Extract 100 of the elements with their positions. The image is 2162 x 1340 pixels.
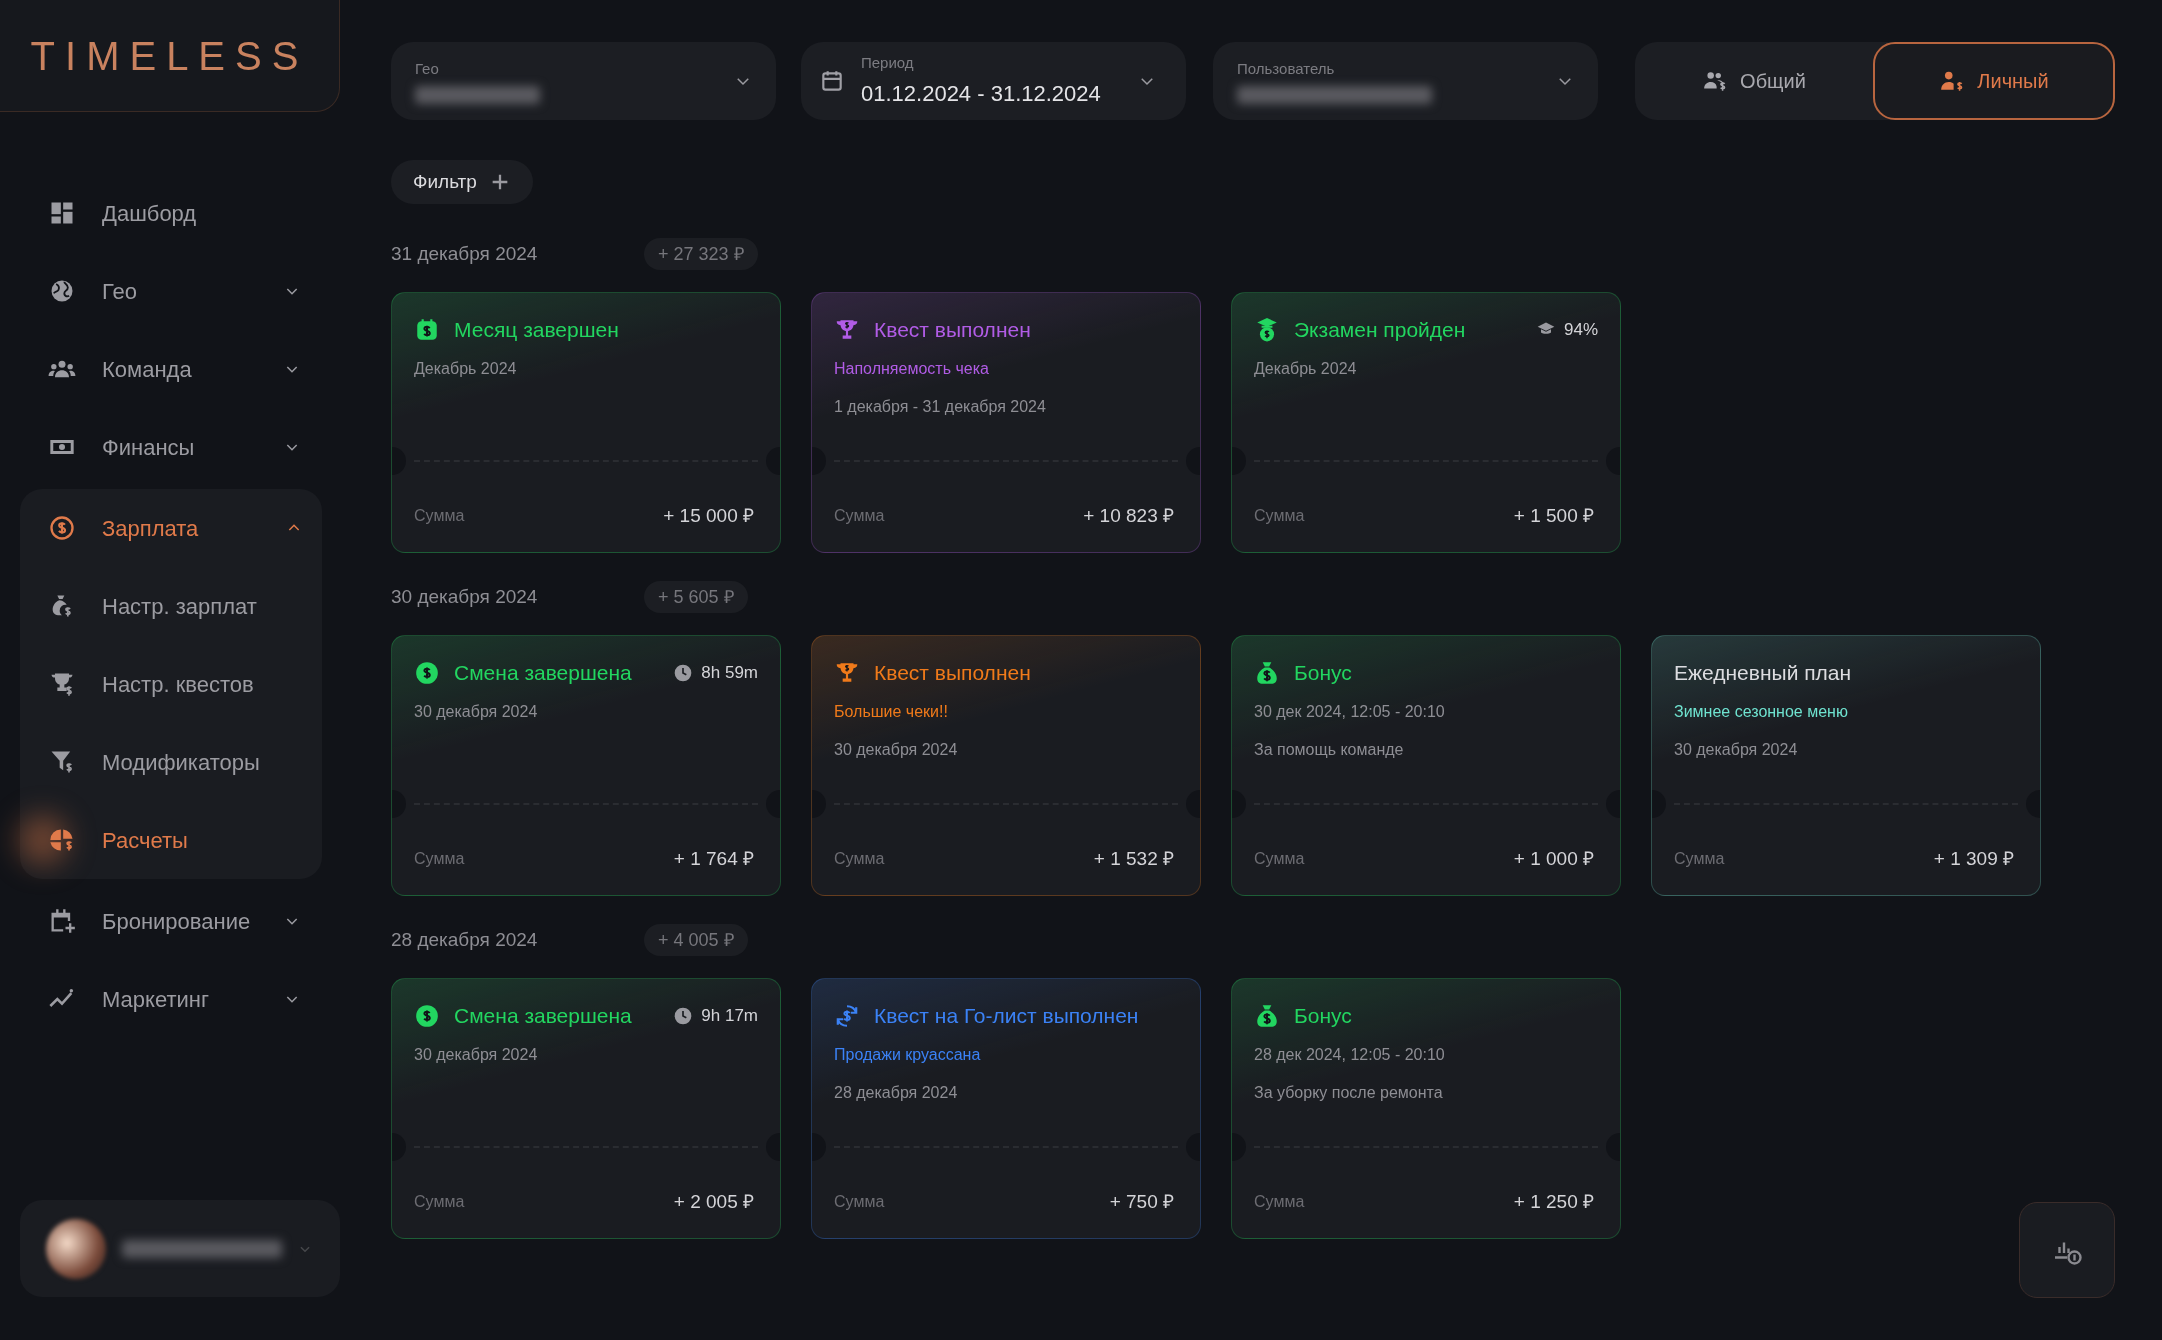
card-badge-text: 9h 17m (701, 1005, 758, 1028)
field-label: Гео (415, 58, 440, 79)
reward-card[interactable]: Бонус 30 дек 2024, 12:05 - 20:10 За помощь команде Сумма + 1 000 ₽ (1231, 635, 1621, 896)
card-subtitle: Зимнее сезонное меню (1674, 702, 1849, 722)
reward-card[interactable]: Квест выполнен Наполняемость чека 1 декабря - 31 декабря 2024 Сумма + 10 823 ₽ (811, 292, 1201, 553)
reward-card[interactable]: Квест выполнен Большие чеки!! 30 декабря 2024 Сумма + 1 532 ₽ (811, 635, 1201, 896)
nav-item[interactable]: Дашборд (20, 174, 320, 252)
card-title: Бонус (1294, 1003, 1352, 1030)
card-title: Месяц завершен (454, 317, 619, 344)
card-detail: Декабрь 2024 (1254, 359, 1358, 379)
nav-item[interactable]: Модификаторы (20, 723, 322, 801)
nav-item[interactable]: Бронирование (20, 882, 320, 960)
card-detail: 30 дек 2024, 12:05 - 20:10 (1254, 702, 1446, 722)
card-amount: + 1 532 ₽ (1093, 846, 1174, 871)
card-detail: 1 декабря - 31 декабря 2024 (834, 397, 1047, 417)
card-title: Смена завершена (454, 660, 632, 687)
geo-dropdown[interactable]: Гео (391, 42, 776, 120)
nav-item[interactable]: Расчеты (20, 801, 322, 879)
card-amount: + 1 250 ₽ (1513, 1189, 1594, 1214)
sum-label: Сумма (834, 505, 885, 526)
card-amount: + 1 309 ₽ (1933, 846, 2014, 871)
day-date: 30 декабря 2024 (391, 584, 539, 609)
filter-button[interactable]: Фильтр (391, 160, 533, 204)
card-detail: 28 дек 2024, 12:05 - 20:10 (1254, 1045, 1446, 1065)
sum-label: Сумма (414, 848, 465, 869)
avatar (46, 1218, 106, 1279)
sum-label: Сумма (414, 1191, 465, 1212)
card-amount: + 1 000 ₽ (1513, 846, 1594, 871)
sum-label: Сумма (834, 848, 885, 869)
nav-item[interactable]: Команда (20, 330, 320, 408)
reward-card[interactable]: Ежедневный план Зимнее сезонное меню 30 декабря 2024 Сумма + 1 309 ₽ (1651, 635, 2041, 896)
sum-label: Сумма (1254, 848, 1305, 869)
card-detail: 30 декабря 2024 (834, 740, 959, 760)
mode-tab[interactable]: Общий (1635, 42, 1873, 120)
moneybag-icon (1254, 1003, 1280, 1029)
field-label: Период (861, 53, 915, 74)
card-title: Квест выполнен (874, 660, 1031, 687)
card-title: Квест выполнен (874, 317, 1031, 344)
sum-label: Сумма (834, 1191, 885, 1212)
card-subtitle: Наполняемость чека (834, 359, 990, 379)
card-amount: + 750 ₽ (1109, 1189, 1174, 1214)
reward-card[interactable]: Экзамен пройден 94% Декабрь 2024 Сумма + 1 500 ₽ (1231, 292, 1621, 553)
card-amount: + 1 764 ₽ (673, 846, 754, 871)
sum-label: Сумма (1254, 505, 1305, 526)
card-detail: 28 декабря 2024 (834, 1083, 959, 1103)
nav-group-item[interactable]: Зарплата (20, 489, 322, 567)
user-card[interactable] (20, 1200, 340, 1297)
card-title: Экзамен пройден (1294, 317, 1466, 344)
card-detail: 30 декабря 2024 (1674, 740, 1799, 760)
nav-item[interactable]: Настр. зарплат (20, 567, 322, 645)
card-detail: 30 декабря 2024 (414, 702, 539, 722)
reward-card[interactable]: Смена завершена 8h 59m 30 декабря 2024 Сумма + 1 764 ₽ (391, 635, 781, 896)
card-amount: + 1 500 ₽ (1513, 503, 1594, 528)
moneybag-icon (1254, 660, 1280, 686)
nav-item[interactable]: Маркетинг (20, 960, 320, 1038)
period-picker[interactable]: Период 01.12.2024 - 31.12.2024 (801, 42, 1186, 120)
card-detail: За уборку после ремонта (1254, 1083, 1444, 1103)
coin-icon (414, 660, 440, 686)
coin-icon (414, 1003, 440, 1029)
field-label: Пользователь (1237, 58, 1336, 79)
clock-icon (673, 1006, 694, 1026)
card-badge-text: 94% (1563, 319, 1598, 342)
nav-item[interactable]: Финансы (20, 408, 320, 486)
card-badge-text: 8h 59m (701, 662, 758, 685)
mode-tab[interactable]: Личный (1873, 42, 2115, 120)
card-subtitle: Продажи круассана (834, 1045, 982, 1065)
reward-card[interactable]: Смена завершена 9h 17m 30 декабря 2024 Сумма + 2 005 ₽ (391, 978, 781, 1239)
sum-label: Сумма (1254, 1191, 1305, 1212)
card-title: Смена завершена (454, 1003, 632, 1030)
period-value: 01.12.2024 - 31.12.2024 (861, 79, 1101, 108)
graduation-money-icon (1254, 317, 1280, 343)
card-detail: Декабрь 2024 (414, 359, 518, 379)
reward-card[interactable]: Месяц завершен Декабрь 2024 Сумма + 15 000 ₽ (391, 292, 781, 553)
card-amount: + 10 823 ₽ (1083, 503, 1174, 528)
sum-label: Сумма (414, 505, 465, 526)
salary-chart-button[interactable] (2019, 1202, 2115, 1298)
card-amount: + 15 000 ₽ (663, 503, 754, 528)
dollar-circle-icon (48, 514, 76, 542)
cash-icon (414, 317, 440, 343)
card-subtitle: Большие чеки!! (834, 702, 949, 722)
clock-icon (673, 663, 694, 683)
card-title: Бонус (1294, 660, 1352, 687)
day-date: 28 декабря 2024 (391, 927, 539, 952)
reward-card[interactable]: Квест на Го-лист выполнен Продажи круассана 28 декабря 2024 Сумма + 750 ₽ (811, 978, 1201, 1239)
reward-card[interactable]: Бонус 28 дек 2024, 12:05 - 20:10 За уборку после ремонта Сумма + 1 250 ₽ (1231, 978, 1621, 1239)
card-detail: 30 декабря 2024 (414, 1045, 539, 1065)
user-dropdown[interactable]: Пользователь (1213, 42, 1598, 120)
calendar-icon (819, 68, 845, 94)
day-total: + 5 605 ₽ (644, 581, 748, 613)
day-total: + 4 005 ₽ (644, 924, 748, 956)
sum-label: Сумма (1674, 848, 1725, 869)
logo[interactable]: TIMELESS (30, 25, 309, 86)
day-total: + 27 323 ₽ (644, 238, 758, 270)
card-amount: + 2 005 ₽ (673, 1189, 754, 1214)
dollar-cycle-icon (834, 1003, 860, 1029)
nav-item[interactable]: Настр. квестов (20, 645, 322, 723)
card-title: Ежедневный план (1674, 660, 1852, 687)
day-date: 31 декабря 2024 (391, 241, 539, 266)
nav-item[interactable]: Гео (20, 252, 320, 330)
card-detail: За помощь команде (1254, 740, 1405, 760)
